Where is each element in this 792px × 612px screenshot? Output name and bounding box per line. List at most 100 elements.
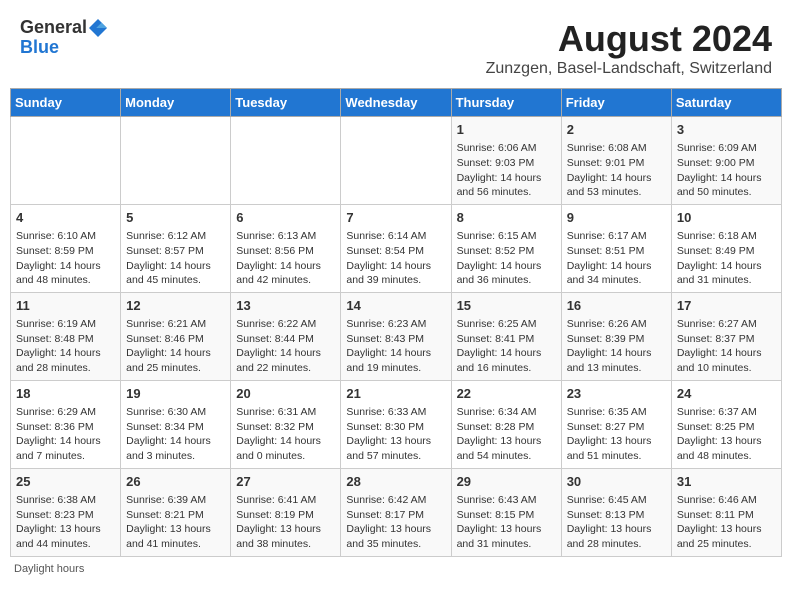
day-number: 22 <box>457 385 556 403</box>
day-info: Sunrise: 6:18 AM Sunset: 8:49 PM Dayligh… <box>677 229 776 288</box>
day-info: Sunrise: 6:22 AM Sunset: 8:44 PM Dayligh… <box>236 317 335 376</box>
calendar-table: SundayMondayTuesdayWednesdayThursdayFrid… <box>10 88 782 557</box>
day-info: Sunrise: 6:38 AM Sunset: 8:23 PM Dayligh… <box>16 493 115 552</box>
day-number: 19 <box>126 385 225 403</box>
day-info: Sunrise: 6:34 AM Sunset: 8:28 PM Dayligh… <box>457 405 556 464</box>
main-title: August 2024 <box>486 18 772 60</box>
day-number: 17 <box>677 297 776 315</box>
calendar-cell: 4 Sunrise: 6:10 AM Sunset: 8:59 PM Daylig… <box>11 204 121 292</box>
calendar-cell: 10Sunrise: 6:18 AM Sunset: 8:49 PM Dayli… <box>671 204 781 292</box>
day-number: 24 <box>677 385 776 403</box>
calendar-cell: 12 Sunrise: 6:21 AM Sunset: 8:46 PM Dayli… <box>121 292 231 380</box>
day-info: Sunrise: 6:17 AM Sunset: 8:51 PM Dayligh… <box>567 229 666 288</box>
logo: General Blue <box>20 18 107 58</box>
calendar-day-header: Friday <box>561 89 671 117</box>
calendar-cell <box>231 117 341 205</box>
subtitle: Zunzgen, Basel-Landschaft, Switzerland <box>486 60 772 78</box>
day-number: 23 <box>567 385 666 403</box>
calendar-cell <box>341 117 451 205</box>
calendar-cell: 16 Sunrise: 6:26 AM Sunset: 8:39 PM Dayli… <box>561 292 671 380</box>
calendar-cell: 21Sunrise: 6:33 AM Sunset: 8:30 PM Dayli… <box>341 380 451 468</box>
day-number: 29 <box>457 473 556 491</box>
calendar-cell: 24Sunrise: 6:37 AM Sunset: 8:25 PM Dayli… <box>671 380 781 468</box>
day-number: 11 <box>16 297 115 315</box>
day-info: Sunrise: 6:31 AM Sunset: 8:32 PM Dayligh… <box>236 405 335 464</box>
day-info: Sunrise: 6:26 AM Sunset: 8:39 PM Dayligh… <box>567 317 666 376</box>
day-info: Sunrise: 6:08 AM Sunset: 9:01 PM Dayligh… <box>567 141 666 200</box>
day-info: Sunrise: 6:42 AM Sunset: 8:17 PM Dayligh… <box>346 493 445 552</box>
footer: Daylight hours <box>10 563 782 575</box>
day-info: Sunrise: 6:27 AM Sunset: 8:37 PM Dayligh… <box>677 317 776 376</box>
day-info: Sunrise: 6:13 AM Sunset: 8:56 PM Dayligh… <box>236 229 335 288</box>
footer-label: Daylight hours <box>14 563 84 575</box>
calendar-week-row: 4 Sunrise: 6:10 AM Sunset: 8:59 PM Daylig… <box>11 204 782 292</box>
calendar-cell: 17 Sunrise: 6:27 AM Sunset: 8:37 PM Dayli… <box>671 292 781 380</box>
day-number: 4 <box>16 209 115 227</box>
day-number: 9 <box>567 209 666 227</box>
day-info: Sunrise: 6:46 AM Sunset: 8:11 PM Dayligh… <box>677 493 776 552</box>
calendar-cell: 9 Sunrise: 6:17 AM Sunset: 8:51 PM Daylig… <box>561 204 671 292</box>
calendar-cell: 14Sunrise: 6:23 AM Sunset: 8:43 PM Dayli… <box>341 292 451 380</box>
day-number: 20 <box>236 385 335 403</box>
calendar-day-header: Wednesday <box>341 89 451 117</box>
day-info: Sunrise: 6:14 AM Sunset: 8:54 PM Dayligh… <box>346 229 445 288</box>
calendar-cell: 5 Sunrise: 6:12 AM Sunset: 8:57 PM Daylig… <box>121 204 231 292</box>
calendar-cell: 15 Sunrise: 6:25 AM Sunset: 8:41 PM Dayli… <box>451 292 561 380</box>
calendar-cell: 13 Sunrise: 6:22 AM Sunset: 8:44 PM Dayli… <box>231 292 341 380</box>
calendar-header-row: SundayMondayTuesdayWednesdayThursdayFrid… <box>11 89 782 117</box>
day-number: 16 <box>567 297 666 315</box>
day-info: Sunrise: 6:12 AM Sunset: 8:57 PM Dayligh… <box>126 229 225 288</box>
calendar-cell: 30 Sunrise: 6:45 AM Sunset: 8:13 PM Dayli… <box>561 468 671 556</box>
calendar-week-row: 11 Sunrise: 6:19 AM Sunset: 8:48 PM Dayli… <box>11 292 782 380</box>
calendar-day-header: Monday <box>121 89 231 117</box>
day-number: 5 <box>126 209 225 227</box>
day-info: Sunrise: 6:10 AM Sunset: 8:59 PM Dayligh… <box>16 229 115 288</box>
calendar-cell: 6 Sunrise: 6:13 AM Sunset: 8:56 PM Daylig… <box>231 204 341 292</box>
day-number: 18 <box>16 385 115 403</box>
calendar-cell: 22 Sunrise: 6:34 AM Sunset: 8:28 PM Dayli… <box>451 380 561 468</box>
day-number: 31 <box>677 473 776 491</box>
day-number: 30 <box>567 473 666 491</box>
day-info: Sunrise: 6:39 AM Sunset: 8:21 PM Dayligh… <box>126 493 225 552</box>
calendar-week-row: 18 Sunrise: 6:29 AM Sunset: 8:36 PM Dayli… <box>11 380 782 468</box>
calendar-cell: 29 Sunrise: 6:43 AM Sunset: 8:15 PM Dayli… <box>451 468 561 556</box>
day-info: Sunrise: 6:09 AM Sunset: 9:00 PM Dayligh… <box>677 141 776 200</box>
day-number: 7 <box>346 209 445 227</box>
calendar-day-header: Sunday <box>11 89 121 117</box>
calendar-cell <box>11 117 121 205</box>
logo-general-text: General <box>20 18 87 38</box>
calendar-cell: 7 Sunrise: 6:14 AM Sunset: 8:54 PM Daylig… <box>341 204 451 292</box>
calendar-cell: 2 Sunrise: 6:08 AM Sunset: 9:01 PM Daylig… <box>561 117 671 205</box>
day-number: 3 <box>677 121 776 139</box>
day-number: 15 <box>457 297 556 315</box>
calendar-cell: 20 Sunrise: 6:31 AM Sunset: 8:32 PM Dayli… <box>231 380 341 468</box>
day-number: 14 <box>346 297 445 315</box>
day-info: Sunrise: 6:30 AM Sunset: 8:34 PM Dayligh… <box>126 405 225 464</box>
calendar-day-header: Thursday <box>451 89 561 117</box>
day-number: 2 <box>567 121 666 139</box>
day-number: 12 <box>126 297 225 315</box>
day-info: Sunrise: 6:45 AM Sunset: 8:13 PM Dayligh… <box>567 493 666 552</box>
page-header: General Blue August 2024 Zunzgen, Basel-… <box>10 10 782 82</box>
day-info: Sunrise: 6:21 AM Sunset: 8:46 PM Dayligh… <box>126 317 225 376</box>
day-number: 13 <box>236 297 335 315</box>
calendar-cell: 18 Sunrise: 6:29 AM Sunset: 8:36 PM Dayli… <box>11 380 121 468</box>
logo-icon <box>89 19 107 37</box>
day-number: 1 <box>457 121 556 139</box>
calendar-cell <box>121 117 231 205</box>
calendar-week-row: 1Sunrise: 6:06 AM Sunset: 9:03 PM Daylig… <box>11 117 782 205</box>
logo-blue-text: Blue <box>20 38 107 58</box>
day-number: 6 <box>236 209 335 227</box>
day-info: Sunrise: 6:29 AM Sunset: 8:36 PM Dayligh… <box>16 405 115 464</box>
calendar-cell: 28Sunrise: 6:42 AM Sunset: 8:17 PM Dayli… <box>341 468 451 556</box>
day-info: Sunrise: 6:33 AM Sunset: 8:30 PM Dayligh… <box>346 405 445 464</box>
calendar-cell: 25Sunrise: 6:38 AM Sunset: 8:23 PM Dayli… <box>11 468 121 556</box>
day-number: 27 <box>236 473 335 491</box>
day-info: Sunrise: 6:19 AM Sunset: 8:48 PM Dayligh… <box>16 317 115 376</box>
day-info: Sunrise: 6:43 AM Sunset: 8:15 PM Dayligh… <box>457 493 556 552</box>
calendar-cell: 1Sunrise: 6:06 AM Sunset: 9:03 PM Daylig… <box>451 117 561 205</box>
day-info: Sunrise: 6:25 AM Sunset: 8:41 PM Dayligh… <box>457 317 556 376</box>
calendar-cell: 27Sunrise: 6:41 AM Sunset: 8:19 PM Dayli… <box>231 468 341 556</box>
calendar-cell: 19 Sunrise: 6:30 AM Sunset: 8:34 PM Dayli… <box>121 380 231 468</box>
calendar-cell: 3 Sunrise: 6:09 AM Sunset: 9:00 PM Daylig… <box>671 117 781 205</box>
